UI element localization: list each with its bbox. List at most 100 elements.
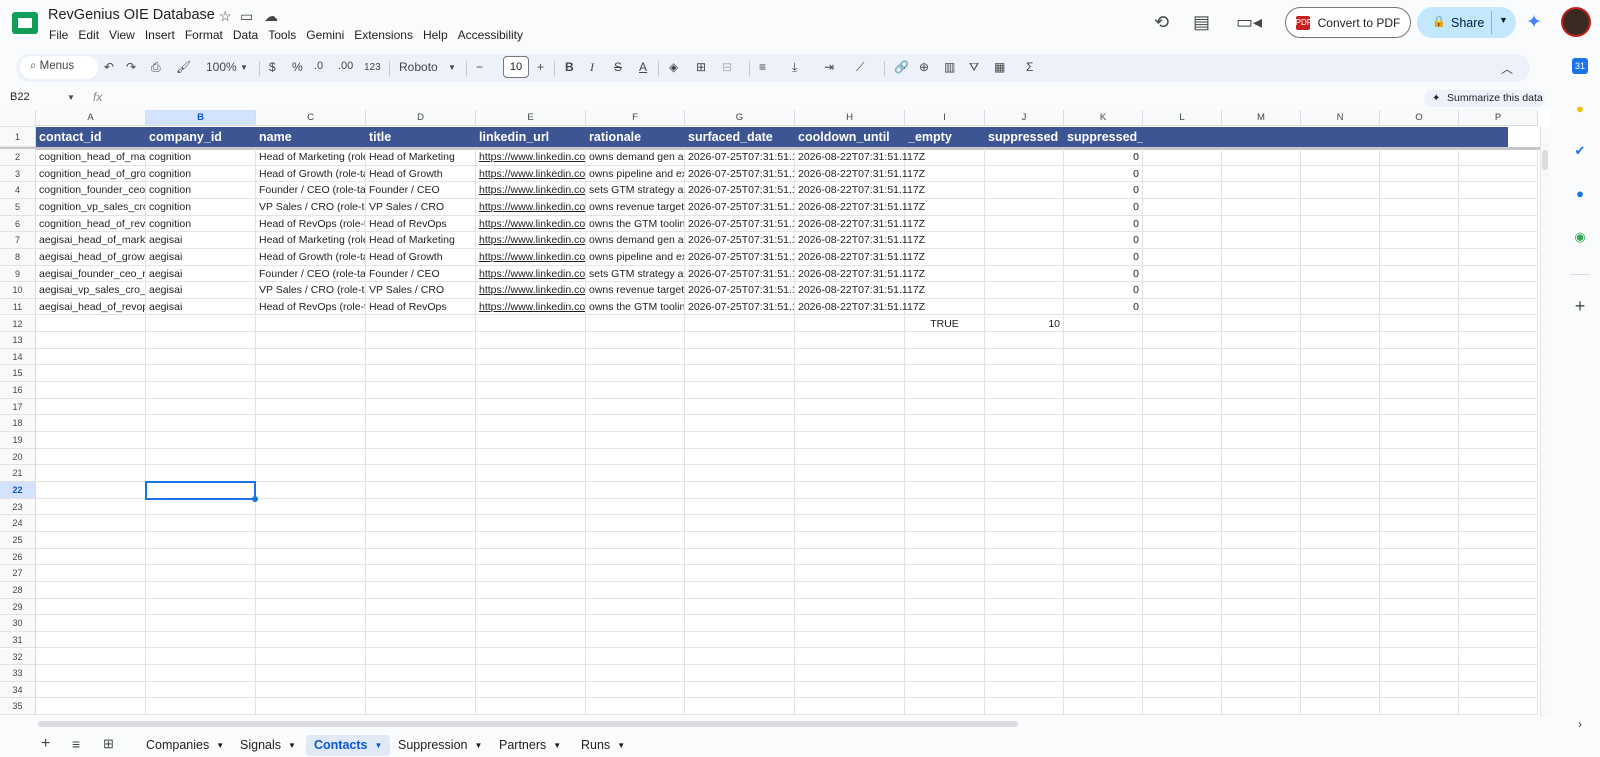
- table-cell[interactable]: [1380, 698, 1459, 716]
- row-header-6[interactable]: 6: [0, 215, 36, 233]
- table-cell[interactable]: [985, 698, 1064, 716]
- table-cell[interactable]: [1380, 215, 1459, 233]
- table-cell[interactable]: [685, 398, 795, 416]
- table-cell[interactable]: [586, 531, 685, 549]
- table-cell[interactable]: aegisai_vp_sales_cro_r: [36, 282, 146, 299]
- row-header-12[interactable]: 12: [0, 315, 36, 333]
- table-cell[interactable]: [146, 365, 256, 383]
- table-cell[interactable]: [146, 698, 256, 716]
- table-cell[interactable]: owns the GTM toolin: [586, 215, 685, 233]
- table-cell[interactable]: [1222, 565, 1301, 582]
- table-cell[interactable]: [985, 282, 1064, 299]
- table-cell[interactable]: [1222, 631, 1301, 649]
- table-cell[interactable]: [366, 465, 476, 482]
- table-cell[interactable]: [366, 448, 476, 466]
- column-header-f[interactable]: F: [586, 110, 685, 126]
- row-header-19[interactable]: 19: [0, 432, 36, 449]
- table-cell[interactable]: [905, 382, 985, 399]
- table-cell[interactable]: [586, 332, 685, 349]
- table-cell[interactable]: [1222, 265, 1301, 283]
- table-cell[interactable]: [985, 265, 1064, 283]
- table-cell[interactable]: [905, 681, 985, 699]
- table-cell[interactable]: [1380, 432, 1459, 449]
- column-header-e[interactable]: E: [476, 110, 586, 126]
- table-cell[interactable]: [905, 498, 985, 516]
- table-cell[interactable]: [985, 581, 1064, 599]
- table-cell[interactable]: [795, 415, 905, 433]
- column-title[interactable]: company_id: [146, 127, 256, 147]
- table-cell[interactable]: [476, 515, 586, 532]
- table-cell[interactable]: [36, 432, 146, 449]
- table-cell[interactable]: cognition_founder_ceo: [36, 182, 146, 199]
- table-cell[interactable]: [1301, 198, 1380, 216]
- table-cell[interactable]: [1064, 482, 1143, 499]
- row-header-18[interactable]: 18: [0, 415, 36, 433]
- table-cell[interactable]: cognition: [146, 165, 256, 183]
- table-cell[interactable]: [905, 648, 985, 666]
- table-cell[interactable]: [1380, 149, 1459, 166]
- table-cell[interactable]: [1222, 531, 1301, 549]
- vertical-scrollbar-thumb[interactable]: [1542, 150, 1548, 170]
- table-cell[interactable]: [1380, 282, 1459, 299]
- table-cell[interactable]: [1459, 415, 1538, 433]
- table-cell[interactable]: [36, 681, 146, 699]
- column-header-g[interactable]: G: [685, 110, 795, 126]
- table-cell[interactable]: [36, 531, 146, 549]
- row-header-29[interactable]: 29: [0, 598, 36, 616]
- table-cell[interactable]: [366, 315, 476, 333]
- table-cell[interactable]: [985, 365, 1064, 383]
- table-cell[interactable]: owns demand gen ar: [586, 149, 685, 166]
- table-cell[interactable]: [905, 548, 985, 566]
- table-cell[interactable]: Head of Marketing: [366, 149, 476, 166]
- column-header-n[interactable]: N: [1301, 110, 1380, 126]
- table-cell[interactable]: [1380, 665, 1459, 682]
- row-header-22[interactable]: 22: [0, 482, 36, 499]
- table-cell[interactable]: [905, 415, 985, 433]
- table-cell[interactable]: [1143, 248, 1222, 266]
- font-dropdown-icon[interactable]: ▼: [448, 63, 456, 72]
- table-cell[interactable]: https://www.linkedin.co: [476, 149, 586, 166]
- table-cell[interactable]: [905, 432, 985, 449]
- table-cell[interactable]: 0: [1064, 282, 1143, 299]
- table-cell[interactable]: https://www.linkedin.co: [476, 215, 586, 233]
- tab-companies[interactable]: Companies ▼: [138, 735, 232, 756]
- table-cell[interactable]: 0: [1064, 265, 1143, 283]
- table-cell[interactable]: [985, 482, 1064, 499]
- row-header-2[interactable]: 2: [0, 149, 36, 166]
- table-cell[interactable]: [1459, 298, 1538, 316]
- table-cell[interactable]: [1301, 248, 1380, 266]
- table-cell[interactable]: [586, 365, 685, 383]
- table-cell[interactable]: [1301, 365, 1380, 383]
- table-cell[interactable]: [36, 315, 146, 333]
- table-cell[interactable]: [1064, 382, 1143, 399]
- column-title[interactable]: linkedin_url: [476, 127, 586, 147]
- tab-menu-icon[interactable]: ▼: [216, 741, 224, 750]
- table-cell[interactable]: [36, 482, 146, 499]
- table-cell[interactable]: [586, 565, 685, 582]
- table-cell[interactable]: Head of Marketing (role: [256, 149, 366, 166]
- select-all-corner[interactable]: [0, 110, 36, 127]
- table-cell[interactable]: [366, 398, 476, 416]
- table-cell[interactable]: [1143, 548, 1222, 566]
- table-cell[interactable]: [256, 348, 366, 366]
- column-header-h[interactable]: H: [795, 110, 905, 126]
- table-cell[interactable]: [795, 631, 905, 649]
- table-cell[interactable]: [36, 631, 146, 649]
- table-cell[interactable]: [985, 149, 1064, 166]
- table-cell[interactable]: [1380, 448, 1459, 466]
- table-cell[interactable]: [586, 598, 685, 616]
- table-cell[interactable]: [795, 482, 905, 499]
- table-cell[interactable]: [1222, 332, 1301, 349]
- table-cell[interactable]: [685, 315, 795, 333]
- table-cell[interactable]: [586, 631, 685, 649]
- table-cell[interactable]: [586, 581, 685, 599]
- table-cell[interactable]: [685, 482, 795, 499]
- table-cell[interactable]: [476, 448, 586, 466]
- column-title[interactable]: suppressed: [985, 127, 1064, 147]
- table-cell[interactable]: [1301, 665, 1380, 682]
- tab-runs[interactable]: Runs ▼: [573, 735, 633, 756]
- menu-item-data[interactable]: Data: [228, 27, 263, 43]
- table-cell[interactable]: [36, 665, 146, 682]
- table-cell[interactable]: [1380, 482, 1459, 499]
- column-header-d[interactable]: D: [366, 110, 476, 126]
